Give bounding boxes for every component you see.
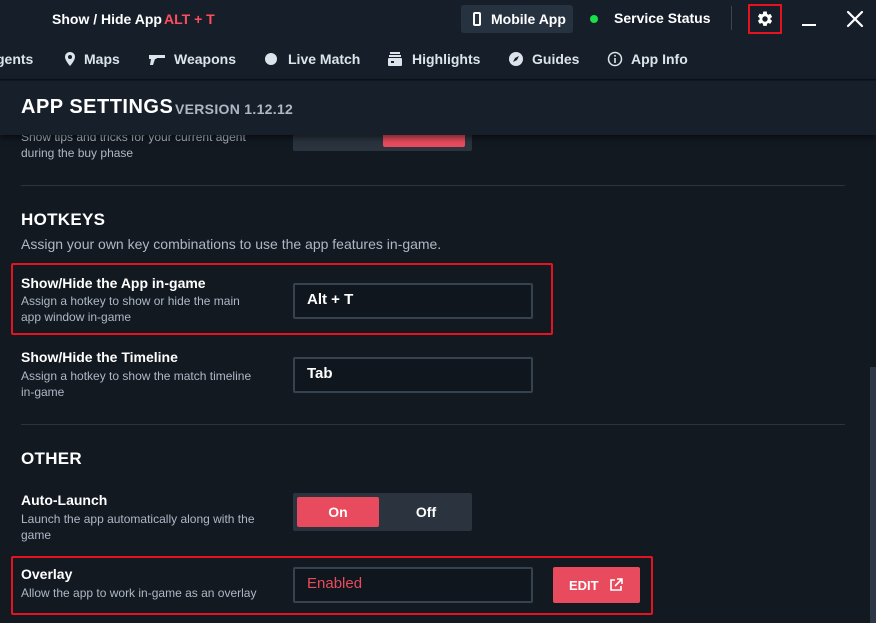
hotkeys-section-title: HOTKEYS: [21, 210, 106, 229]
show-hide-app-label: Show / Hide App: [52, 11, 162, 27]
auto-launch-desc: Launch the app automatically along with …: [21, 512, 255, 542]
show-hide-app-hotkey: ALT + T: [164, 11, 215, 27]
auto-launch-label: Auto-Launch: [21, 492, 108, 508]
info-icon: [607, 51, 623, 67]
title-bar: Show / Hide App ALT + T Mobile App Servi…: [0, 0, 876, 38]
settings-content: Show tips and tricks for your current ag…: [0, 135, 876, 623]
show-hide-timeline-desc: Assign a hotkey to show the match timeli…: [21, 369, 252, 399]
close-button[interactable]: [846, 10, 864, 28]
content-scrollbar[interactable]: [870, 367, 876, 623]
circle-icon: [265, 53, 277, 65]
mobile-app-label: Mobile App: [491, 11, 566, 27]
compass-icon: [509, 52, 523, 66]
nav-item-agents[interactable]: gents: [0, 51, 33, 67]
nav-item-highlights[interactable]: Highlights: [412, 51, 480, 67]
nav-item-live-match[interactable]: Live Match: [288, 51, 360, 67]
agent-tips-toggle[interactable]: [293, 135, 472, 151]
show-hide-timeline-label: Show/Hide the Timeline: [21, 349, 178, 365]
film-stack-icon: [388, 52, 402, 66]
nav-item-maps[interactable]: Maps: [84, 51, 120, 67]
show-hide-timeline-hotkey-field[interactable]: Tab: [293, 357, 533, 393]
service-status-link[interactable]: Service Status: [614, 10, 711, 26]
titlebar-divider: [731, 6, 732, 30]
phone-icon: [473, 12, 481, 26]
close-icon: [846, 10, 864, 28]
settings-header: APP SETTINGS VERSION 1.12.12: [0, 81, 876, 135]
highlight-box: [11, 556, 653, 615]
gun-icon: [149, 55, 165, 65]
auto-launch-toggle: On Off: [293, 493, 472, 531]
hotkeys-section-subtitle: Assign your own key combinations to use …: [21, 236, 442, 252]
nav-item-app-info[interactable]: App Info: [631, 51, 688, 67]
page-title: APP SETTINGS: [21, 96, 174, 118]
auto-launch-off-option[interactable]: Off: [383, 497, 469, 527]
agent-tips-toggle-active[interactable]: [383, 135, 465, 147]
auto-launch-on-option[interactable]: On: [297, 497, 379, 527]
map-pin-icon: [65, 52, 75, 66]
mobile-app-button[interactable]: Mobile App: [461, 5, 573, 33]
nav-item-weapons[interactable]: Weapons: [174, 51, 236, 67]
nav-item-guides[interactable]: Guides: [532, 51, 579, 67]
section-divider: [21, 185, 845, 186]
status-dot-icon: [590, 15, 598, 23]
settings-button[interactable]: [748, 4, 782, 34]
main-nav: gents Maps Weapons Live Match Highlights…: [0, 38, 876, 80]
highlight-box: [11, 263, 553, 335]
minimize-button[interactable]: [802, 24, 816, 26]
agent-tips-desc: Show tips and tricks for your current ag…: [21, 135, 246, 160]
version-label: VERSION 1.12.12: [175, 101, 294, 117]
gear-icon: [757, 11, 773, 26]
other-section-title: OTHER: [21, 449, 82, 468]
section-divider: [21, 424, 845, 425]
